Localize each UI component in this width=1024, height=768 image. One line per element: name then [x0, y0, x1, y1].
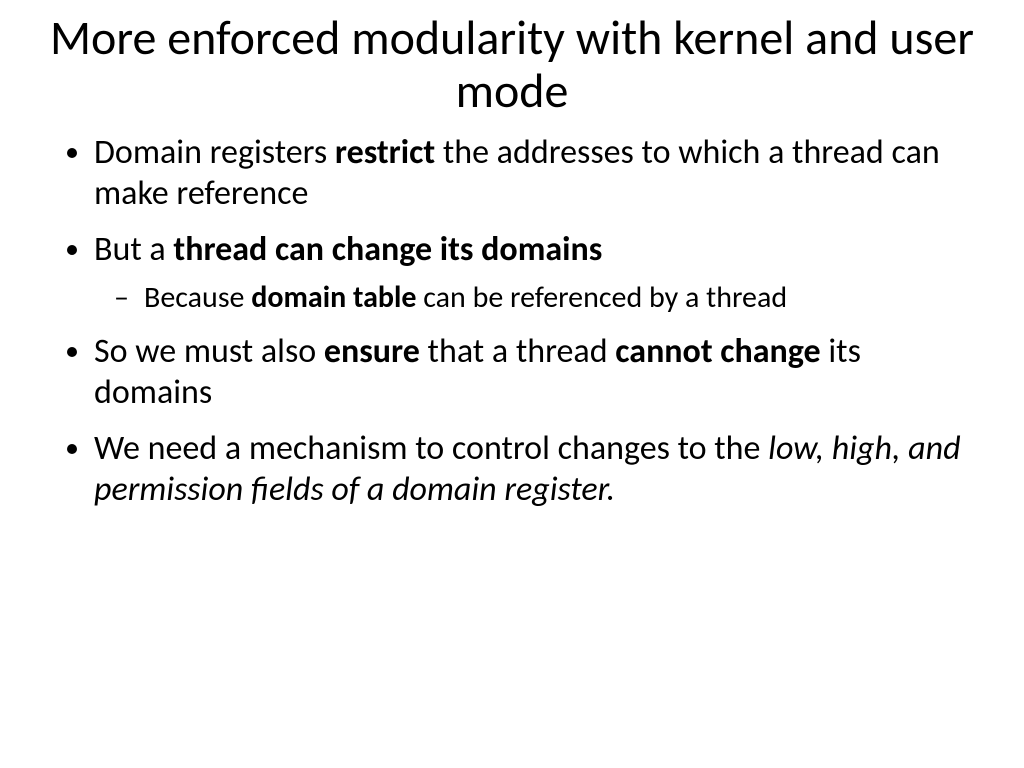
text: that a thread: [420, 331, 615, 372]
bullet-4: We need a mechanism to control changes t…: [94, 428, 984, 511]
bold-text: cannot change: [615, 331, 820, 372]
bold-text: restrict: [335, 132, 435, 173]
bullet-1: Domain registers restrict the addresses …: [94, 132, 984, 215]
bold-text: thread can change its domains: [173, 229, 602, 270]
text: We need a mechanism to control changes t…: [94, 428, 768, 469]
bullet-3: So we must also ensure that a thread can…: [94, 331, 984, 414]
slide-title: More enforced modularity with kernel and…: [40, 12, 984, 118]
bold-text: ensure: [324, 331, 420, 372]
bullet-2: But a thread can change its domains Beca…: [94, 229, 984, 317]
text: So we must also: [94, 331, 324, 372]
text: Domain registers: [94, 132, 335, 173]
text: Because: [144, 279, 251, 316]
bold-text: domain table: [251, 279, 416, 316]
text: But a: [94, 229, 173, 270]
sub-bullet-1: Because domain table can be referenced b…: [144, 280, 984, 317]
text: can be referenced by a thread: [416, 279, 787, 316]
bullet-list: Domain registers restrict the addresses …: [40, 132, 984, 511]
slide: More enforced modularity with kernel and…: [0, 0, 1024, 768]
sub-bullet-list: Because domain table can be referenced b…: [94, 280, 984, 317]
